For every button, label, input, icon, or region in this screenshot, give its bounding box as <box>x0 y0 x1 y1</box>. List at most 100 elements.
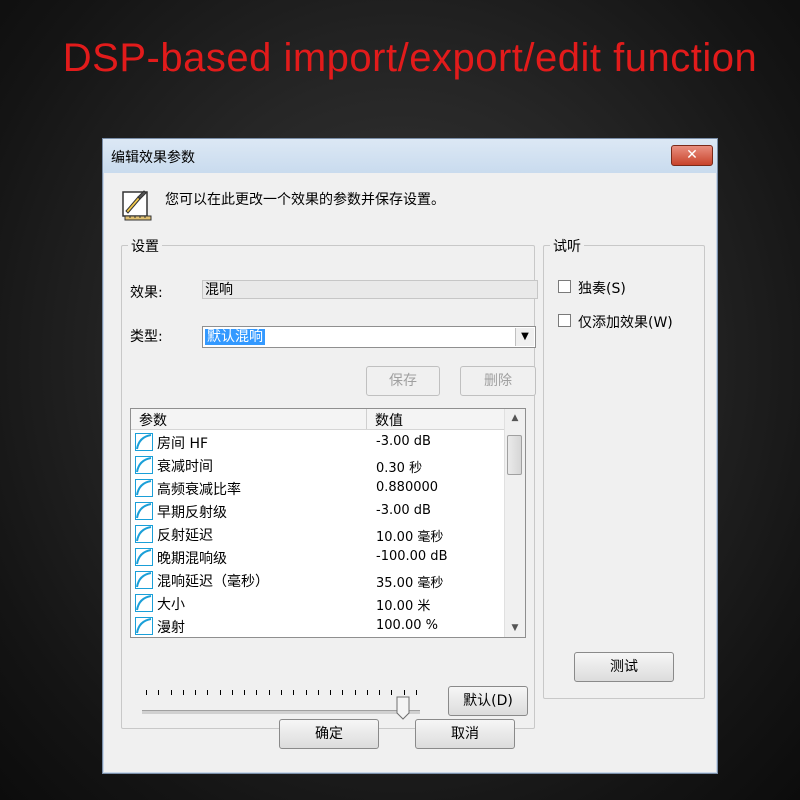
effect-label: 效果: <box>130 285 163 301</box>
column-header-parameter[interactable]: 参数 <box>139 410 167 430</box>
add-effect-only-checkbox-label[interactable]: 仅添加效果(W) <box>578 312 673 332</box>
list-item[interactable]: 大小 10.00 米 <box>131 592 505 615</box>
slider-tick <box>207 690 209 695</box>
parameter-name: 漫射 <box>157 620 185 636</box>
intro-text: 您可以在此更改一个效果的参数并保存设置。 <box>165 192 445 208</box>
parameter-name: 大小 <box>157 597 185 613</box>
list-item[interactable]: 混响延迟（毫秒） 35.00 毫秒 <box>131 569 505 592</box>
parameter-icon <box>135 525 153 543</box>
parameter-icon <box>135 571 153 589</box>
slider-tick <box>158 690 160 695</box>
settings-group: 设置 效果: 混响 类型: 默认混响 ▼ 保存 删除 参数 数值 房间 HF -… <box>121 236 538 729</box>
slider-thumb[interactable] <box>396 696 410 720</box>
parameter-value: -3.00 dB <box>376 503 431 518</box>
slider-tick <box>231 690 233 695</box>
type-selected-value: 默认混响 <box>205 329 265 345</box>
parameter-icon <box>135 548 153 566</box>
slider-tick <box>170 690 172 695</box>
list-item[interactable]: 房间 HF -3.00 dB <box>131 431 505 454</box>
close-button[interactable]: ✕ <box>671 145 713 166</box>
slider-tick <box>146 690 147 695</box>
test-button[interactable]: 测试 <box>574 652 674 682</box>
scroll-down-arrow-icon[interactable]: ▼ <box>505 619 525 637</box>
list-item[interactable]: 高频衰减比率 0.880000 <box>131 477 505 500</box>
parameter-name: 房间 HF <box>157 436 209 452</box>
parameter-value: 100.00 % <box>376 618 438 633</box>
slider-tick <box>281 690 282 695</box>
preview-group: 试听 独奏(S) 仅添加效果(W) 测试 <box>543 236 705 699</box>
slider-tick <box>219 690 221 695</box>
list-item[interactable]: 晚期混响级 -100.00 dB <box>131 546 505 569</box>
parameter-name: 晚期混响级 <box>157 551 227 567</box>
parameter-list[interactable]: 参数 数值 房间 HF -3.00 dB 衰减时间 0.30 秒 高频衰减比率 … <box>130 408 526 638</box>
solo-checkbox-label[interactable]: 独奏(S) <box>578 278 626 298</box>
parameter-icon <box>135 433 153 451</box>
column-header-value[interactable]: 数值 <box>375 410 403 430</box>
dialog-client: 您可以在此更改一个效果的参数并保存设置。 设置 效果: 混响 类型: 默认混响 … <box>107 173 713 769</box>
parameter-value: 0.30 秒 <box>376 461 423 476</box>
type-label: 类型: <box>130 329 163 345</box>
slider-tick <box>317 690 319 695</box>
dropdown-arrow-icon[interactable]: ▼ <box>515 328 534 346</box>
scroll-thumb[interactable] <box>507 435 522 475</box>
parameter-value: 0.880000 <box>376 480 439 495</box>
parameter-icon <box>135 502 153 520</box>
banner-title: DSP-based import/export/edit function <box>62 36 758 80</box>
slider-tick <box>379 690 381 695</box>
list-item[interactable]: 衰减时间 0.30 秒 <box>131 454 505 477</box>
parameter-name: 反射延迟 <box>157 528 213 544</box>
parameter-value: 10.00 米 <box>376 599 431 614</box>
ok-button[interactable]: 确定 <box>279 719 379 749</box>
list-item[interactable]: 早期反射级 -3.00 dB <box>131 500 505 523</box>
slider-tick <box>391 690 393 695</box>
parameter-name: 衰减时间 <box>157 459 213 475</box>
list-item[interactable]: 漫射 100.00 % <box>131 615 505 637</box>
cancel-button[interactable]: 取消 <box>415 719 515 749</box>
add-effect-only-checkbox[interactable] <box>558 314 571 327</box>
parameter-name: 高频衰减比率 <box>157 482 241 498</box>
scroll-up-arrow-icon[interactable]: ▲ <box>505 409 525 427</box>
slider-track[interactable] <box>142 710 420 714</box>
slider-tick <box>366 690 368 695</box>
parameter-value: -100.00 dB <box>376 549 448 564</box>
parameter-value: 35.00 毫秒 <box>376 576 444 591</box>
slider-tick <box>244 690 246 695</box>
title-bar[interactable]: 编辑效果参数 ✕ <box>103 139 717 173</box>
slider-tick <box>342 690 344 695</box>
parameter-icon <box>135 479 153 497</box>
column-divider[interactable] <box>366 409 367 429</box>
list-header: 参数 数值 <box>131 409 505 430</box>
type-dropdown[interactable]: 默认混响 ▼ <box>202 326 536 348</box>
slider-tick <box>354 690 356 695</box>
settings-group-label: 设置 <box>128 236 162 256</box>
preview-group-label: 试听 <box>550 236 584 256</box>
parameter-name: 早期反射级 <box>157 505 227 521</box>
delete-button[interactable]: 删除 <box>460 366 536 396</box>
slider-tick <box>293 690 295 695</box>
slider-tick <box>256 690 258 695</box>
solo-checkbox[interactable] <box>558 280 571 293</box>
slider-ticks <box>146 690 417 698</box>
slider-tick <box>403 690 405 695</box>
slider-tick <box>268 690 270 695</box>
effect-field: 混响 <box>202 280 538 299</box>
parameter-name: 混响延迟（毫秒） <box>157 574 269 590</box>
default-button[interactable]: 默认(D) <box>448 686 528 716</box>
parameter-value: 10.00 毫秒 <box>376 530 444 545</box>
edit-effect-dialog: 编辑效果参数 ✕ 您可以在此更改一个效果的参数并保存设置。 设置 效果: 混响 … <box>102 138 718 774</box>
save-button[interactable]: 保存 <box>366 366 440 396</box>
slider-tick <box>305 690 307 695</box>
list-item[interactable]: 反射延迟 10.00 毫秒 <box>131 523 505 546</box>
parameter-icon <box>135 456 153 474</box>
dialog-title: 编辑效果参数 <box>111 150 195 166</box>
slider-tick <box>416 690 417 695</box>
parameter-value: -3.00 dB <box>376 434 431 449</box>
slider-tick <box>182 690 184 695</box>
parameter-icon <box>135 594 153 612</box>
list-rows: 房间 HF -3.00 dB 衰减时间 0.30 秒 高频衰减比率 0.8800… <box>131 431 505 637</box>
slider-tick <box>195 690 197 695</box>
parameter-icon <box>135 617 153 635</box>
vertical-scrollbar[interactable]: ▲ ▼ <box>504 409 525 637</box>
slider-tick <box>330 690 332 695</box>
edit-parameters-icon <box>122 190 152 221</box>
